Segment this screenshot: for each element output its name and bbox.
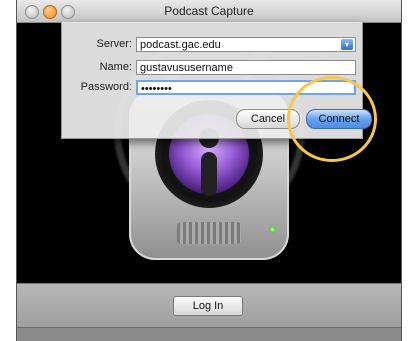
name-field[interactable]: gustavususername bbox=[136, 60, 356, 75]
speaker-grille bbox=[177, 222, 241, 244]
name-value: gustavususername bbox=[140, 62, 233, 74]
app-window: Podcast Capture Server: podcast.gac.edu … bbox=[16, 0, 402, 341]
dropdown-arrow-icon[interactable]: ▾ bbox=[341, 39, 353, 50]
connect-highlight-circle bbox=[287, 76, 377, 162]
server-row: Server: podcast.gac.edu ▾ bbox=[62, 37, 362, 53]
password-value: •••••••• bbox=[141, 83, 172, 95]
bottom-bar: Log In bbox=[17, 283, 401, 328]
name-label: Name: bbox=[99, 61, 132, 73]
status-led bbox=[269, 226, 276, 233]
server-label: Server: bbox=[96, 38, 132, 50]
password-label: Password: bbox=[80, 81, 132, 93]
server-select[interactable]: podcast.gac.edu ▾ bbox=[136, 37, 356, 52]
status-bar bbox=[17, 327, 401, 341]
microphone-stem bbox=[201, 152, 217, 196]
server-value: podcast.gac.edu bbox=[140, 39, 221, 51]
name-row: Name: gustavususername bbox=[62, 60, 362, 76]
log-in-button[interactable]: Log In bbox=[173, 296, 243, 316]
